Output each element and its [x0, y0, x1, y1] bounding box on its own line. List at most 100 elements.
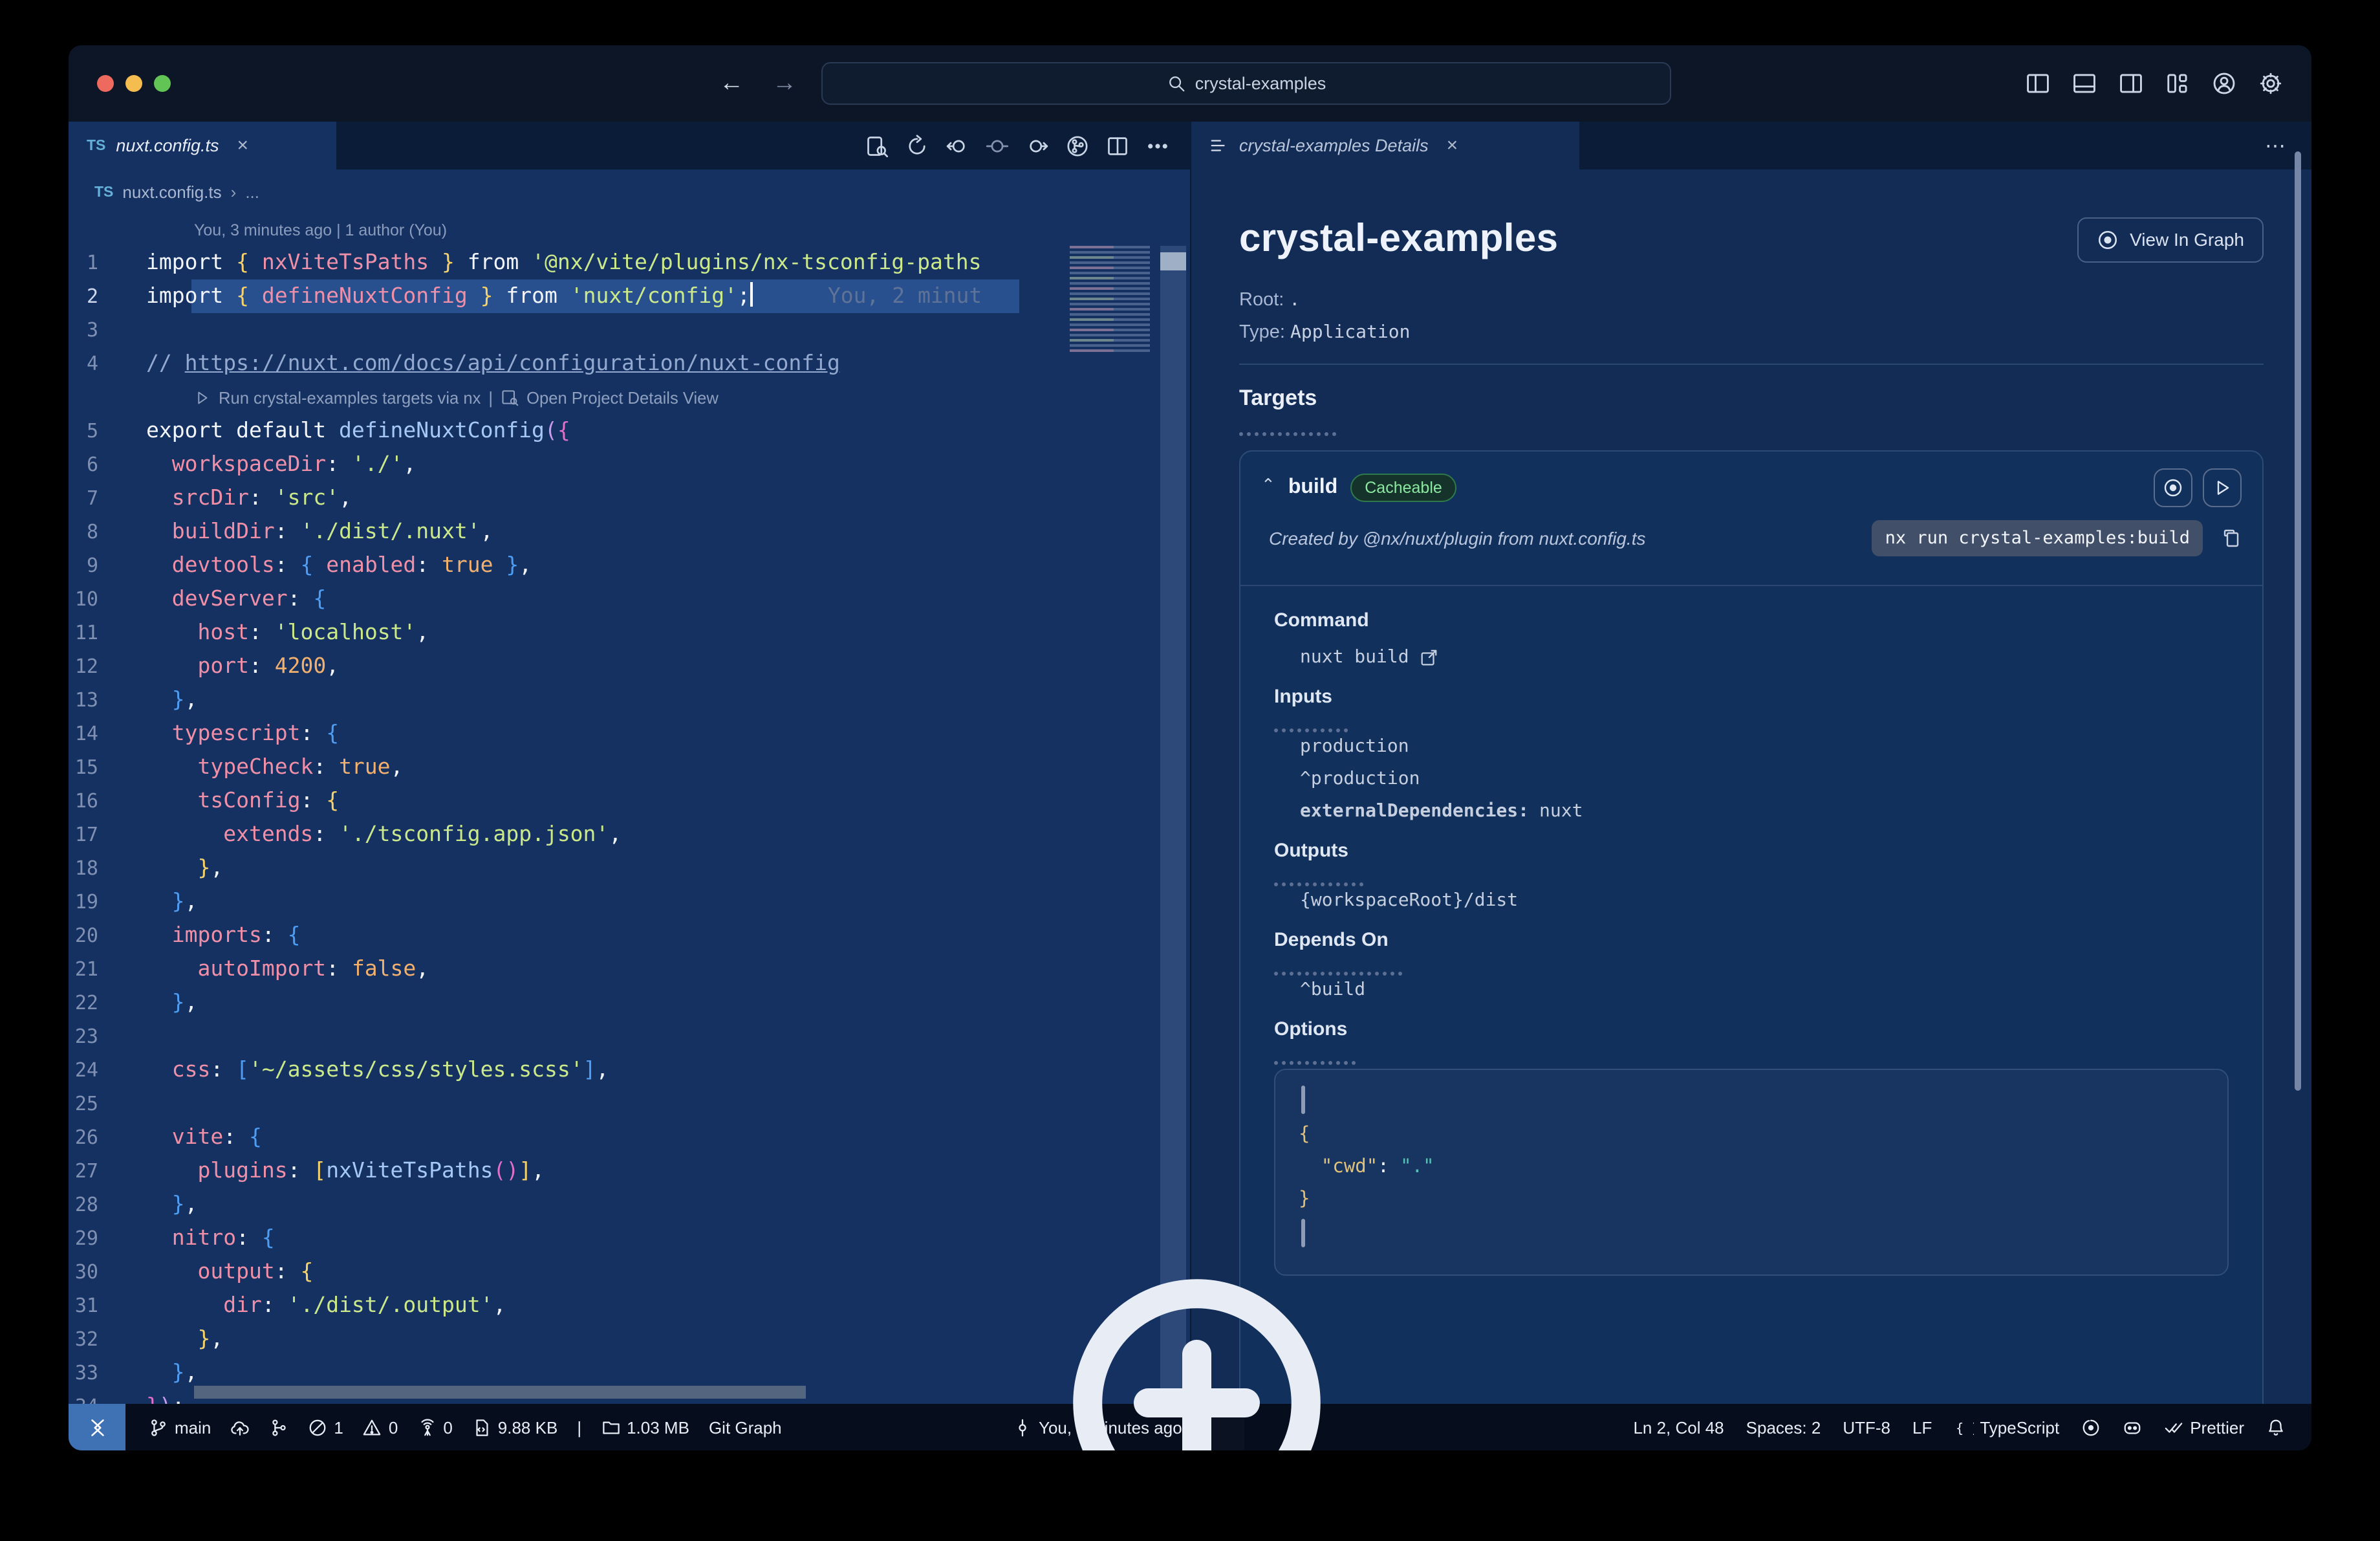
code-line-6[interactable]: 6 workspaceDir: './', — [69, 448, 1190, 481]
account-icon[interactable] — [2212, 71, 2236, 96]
split-editor-icon[interactable] — [1106, 134, 1129, 157]
code-area[interactable]: 1 import { nxViteTsPaths } from '@nx/vite… — [69, 246, 1190, 1404]
tab-nuxt-config[interactable]: TS nuxt.config.ts × — [69, 122, 336, 169]
zoom-in-icon[interactable] — [1027, 1233, 1415, 1450]
external-link-icon[interactable] — [1420, 648, 1439, 667]
close-tab-icon[interactable]: × — [1447, 135, 1458, 157]
view-in-graph-button[interactable]: View In Graph — [2077, 217, 2264, 262]
zoom-window-button[interactable] — [154, 75, 171, 92]
status-folder-size[interactable]: 1.03 MB — [601, 1417, 689, 1437]
code-line-7[interactable]: 7 srcDir: 'src', — [69, 481, 1190, 515]
status-zoom-button[interactable] — [1072, 1279, 1321, 1450]
code-line-21[interactable]: 21 autoImport: false, — [69, 952, 1190, 986]
collapse-chevron-icon[interactable]: ⌃ — [1261, 475, 1275, 496]
status-eol[interactable]: LF — [1912, 1417, 1932, 1437]
settings-gear-icon[interactable] — [2258, 71, 2283, 96]
preview-search-icon[interactable] — [865, 134, 889, 157]
code-line-1[interactable]: 1 import { nxViteTsPaths } from '@nx/vite… — [69, 246, 1190, 279]
view-target-button[interactable] — [2154, 468, 2192, 507]
code-line-26[interactable]: 26 vite: { — [69, 1120, 1190, 1154]
status-copilot[interactable] — [2123, 1417, 2142, 1437]
run-target-icon[interactable] — [194, 389, 211, 406]
code-line-20[interactable]: 20 imports: { — [69, 919, 1190, 952]
options-json-editor[interactable]: { "cwd": "."} — [1274, 1069, 2229, 1276]
code-line-14[interactable]: 14 typescript: { — [69, 717, 1190, 750]
code-line-30[interactable]: 30 output: { — [69, 1255, 1190, 1289]
minimize-window-button[interactable] — [125, 75, 142, 92]
gitlens-icon[interactable] — [2081, 1417, 2101, 1437]
scrollbar-thumb[interactable] — [1160, 252, 1186, 270]
more-actions-icon[interactable]: ⋯ — [2265, 122, 2311, 169]
section-item[interactable]: nuxt build — [1300, 647, 2229, 668]
double-check-icon[interactable] — [2164, 1417, 2183, 1437]
code-line-31[interactable]: 31 dir: './dist/.output', — [69, 1289, 1190, 1322]
status-file-size[interactable]: 9.88 KB — [472, 1417, 557, 1437]
panel-scrollbar[interactable] — [2295, 151, 2301, 1091]
code-line-13[interactable]: 13 }, — [69, 683, 1190, 717]
tab-project-details[interactable]: crystal-examples Details × — [1191, 122, 1579, 169]
command-center-search[interactable]: crystal-examples — [821, 62, 1671, 105]
code-line-33[interactable]: 33 }, — [69, 1356, 1190, 1390]
code-line-9[interactable]: 9 devtools: { enabled: true }, — [69, 549, 1190, 582]
branch-circle-icon[interactable] — [1066, 134, 1089, 157]
close-window-button[interactable] — [97, 75, 114, 92]
close-tab-icon[interactable]: × — [237, 135, 249, 157]
code-line-22[interactable]: 22 }, — [69, 986, 1190, 1020]
minimap[interactable] — [1070, 246, 1150, 355]
code-line-2[interactable]: 2 import { defineNuxtConfig } from 'nuxt/… — [69, 279, 1190, 313]
folder-icon[interactable] — [601, 1417, 620, 1437]
bell-icon[interactable] — [2266, 1417, 2286, 1437]
refresh-icon[interactable] — [905, 134, 929, 157]
file-icon[interactable] — [472, 1417, 492, 1437]
git-branch-icon[interactable] — [149, 1417, 168, 1437]
open-details-icon[interactable] — [501, 388, 519, 406]
code-line-24[interactable]: 24 css: ['~/assets/css/styles.scss'], — [69, 1053, 1190, 1087]
code-line-23[interactable]: 23 — [69, 1020, 1190, 1053]
code-line-28[interactable]: 28 }, — [69, 1188, 1190, 1221]
status-prettier[interactable]: Prettier — [2164, 1417, 2244, 1437]
status-gitlens[interactable] — [2081, 1417, 2101, 1437]
layout-sidebar-left-icon[interactable] — [2026, 71, 2050, 96]
vertical-scrollbar[interactable] — [1160, 246, 1186, 1393]
next-change-icon[interactable] — [1026, 134, 1049, 157]
git-graph-icon[interactable] — [269, 1417, 288, 1437]
editor-body[interactable]: TS nuxt.config.ts › ... You, 3 minutes a… — [69, 169, 1190, 1404]
code-line-17[interactable]: 17 extends: './tsconfig.app.json', — [69, 818, 1190, 851]
code-line-11[interactable]: 11 host: 'localhost', — [69, 616, 1190, 650]
breadcrumb[interactable]: TS nuxt.config.ts › ... — [69, 169, 1190, 215]
layout-grid-icon[interactable] — [2165, 71, 2190, 96]
error-icon[interactable] — [308, 1417, 327, 1437]
forward-icon[interactable]: → — [772, 69, 797, 98]
code-line-19[interactable]: 19 }, — [69, 885, 1190, 919]
code-line-32[interactable]: 32 }, — [69, 1322, 1190, 1356]
status-encoding[interactable]: UTF-8 — [1843, 1417, 1890, 1437]
back-icon[interactable]: ← — [719, 69, 744, 98]
status-language-mode[interactable]: { } TypeScript — [1954, 1417, 2059, 1437]
warning-icon[interactable] — [363, 1417, 382, 1437]
cloud-upload-icon[interactable] — [230, 1417, 250, 1437]
nx-run-command-chip[interactable]: nx run crystal-examples:build — [1872, 520, 2203, 556]
status-graph[interactable] — [269, 1417, 288, 1437]
code-line-27[interactable]: 27 plugins: [nxViteTsPaths()], — [69, 1154, 1190, 1188]
breadcrumb-file[interactable]: nuxt.config.ts — [122, 182, 221, 202]
code-line-16[interactable]: 16 tsConfig: { — [69, 784, 1190, 818]
breadcrumb-more[interactable]: ... — [245, 182, 259, 202]
code-line-4[interactable]: 4 // https://nuxt.com/docs/api/configurat… — [69, 347, 1190, 380]
cur-change-icon[interactable] — [986, 134, 1009, 157]
codelens-run-link[interactable]: Run crystal-examples targets via nx — [219, 388, 481, 407]
code-line-8[interactable]: 8 buildDir: './dist/.nuxt', — [69, 515, 1190, 549]
status-notifications[interactable] — [2266, 1417, 2286, 1437]
radio-tower-icon[interactable] — [417, 1417, 437, 1437]
codelens-open-details-link[interactable]: Open Project Details View — [526, 388, 719, 407]
status-publish[interactable] — [230, 1417, 250, 1437]
code-line-5[interactable]: 5 export default defineNuxtConfig({ — [69, 414, 1190, 448]
code-line-15[interactable]: 15 typeCheck: true, — [69, 750, 1190, 784]
copy-icon[interactable] — [2221, 528, 2242, 549]
status-cursor-position[interactable]: Ln 2, Col 48 — [1633, 1417, 1724, 1437]
status-indentation[interactable]: Spaces: 2 — [1746, 1417, 1821, 1437]
remote-indicator[interactable] — [69, 1404, 125, 1450]
code-line-18[interactable]: 18 }, — [69, 851, 1190, 885]
code-line-12[interactable]: 12 port: 4200, — [69, 650, 1190, 683]
code-line-10[interactable]: 10 devServer: { — [69, 582, 1190, 616]
status-warnings[interactable]: 0 — [363, 1417, 398, 1437]
